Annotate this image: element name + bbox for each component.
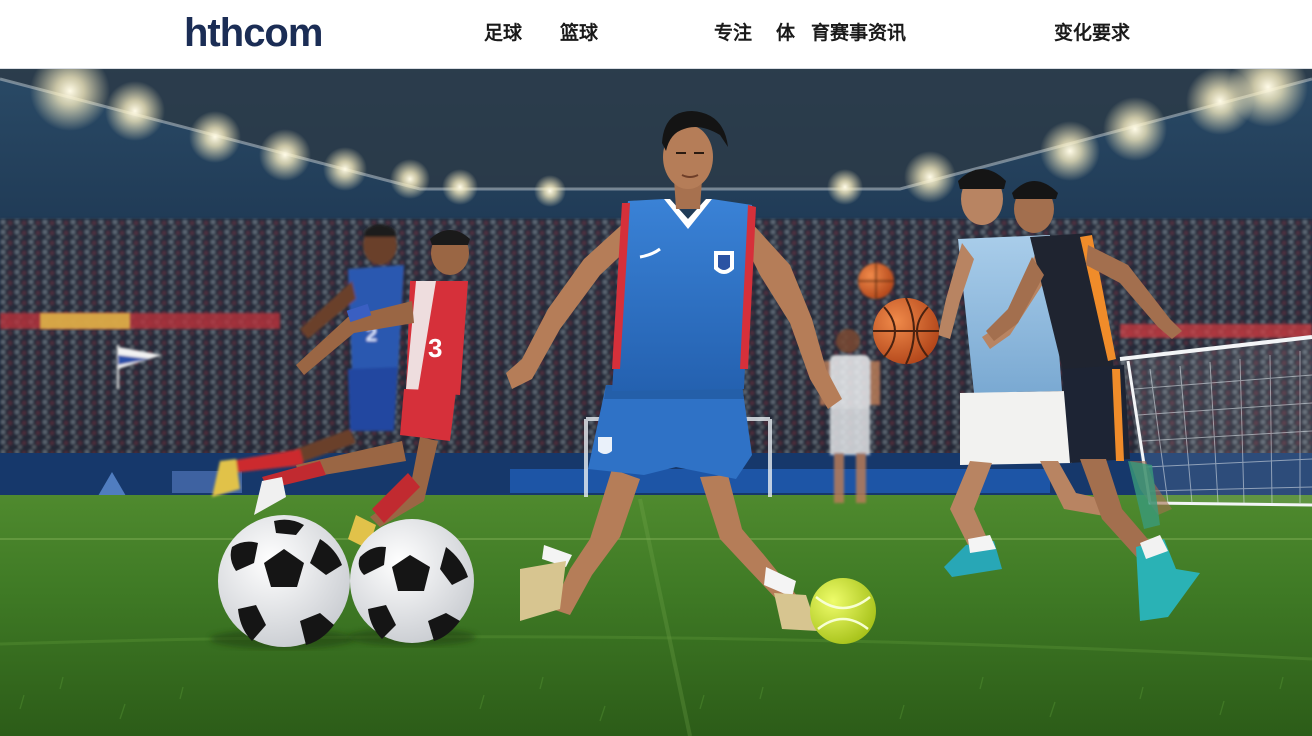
nav-link-football[interactable]: 足球 <box>484 22 522 46</box>
nav-link-body[interactable]: 体 <box>776 22 795 46</box>
nav-link-focus[interactable]: 专注 <box>714 22 752 46</box>
nav-link-change-request[interactable]: 变化要求 <box>1054 22 1130 46</box>
jersey-number-left: 3 <box>428 333 442 363</box>
basketball <box>873 297 939 365</box>
basketball-small <box>858 263 894 299</box>
nav-link-basketball[interactable]: 篮球 <box>560 22 598 46</box>
site-logo[interactable]: hthcom <box>184 10 323 56</box>
top-navbar: hthcom 足球 篮球 专注 体 育赛事资讯 变化要求 <box>0 0 1312 69</box>
page: hthcom 足球 篮球 专注 体 育赛事资讯 变化要求 2 3 <box>0 0 1312 736</box>
nav-link-sports-news[interactable]: 育赛事资讯 <box>811 22 906 46</box>
hero-banner: 2 3 <box>0 69 1312 736</box>
tennis-ball <box>810 578 876 644</box>
stadium-scene: 2 3 <box>0 69 1312 736</box>
